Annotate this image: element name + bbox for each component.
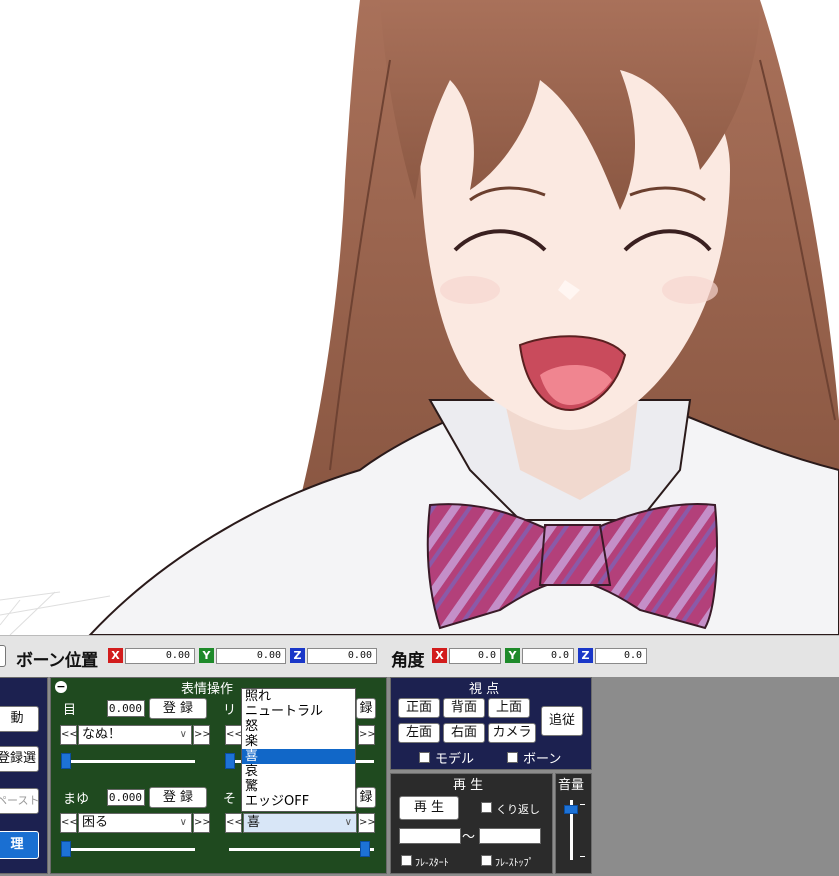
dropdown-option[interactable]: エッジOFF xyxy=(242,794,355,809)
repeat-checkbox[interactable] xyxy=(481,802,492,813)
eye-prev-button[interactable]: << xyxy=(60,725,78,745)
brow-value[interactable]: 0.000 xyxy=(107,789,145,806)
expression-title: 表情操作 xyxy=(181,682,234,697)
brow-register-button[interactable]: 登 録 xyxy=(149,787,207,808)
ang-y-axis-label: Y xyxy=(505,648,520,663)
eye-next-button[interactable]: >> xyxy=(193,725,211,745)
chevron-down-icon: ∨ xyxy=(179,817,187,828)
lip-register-button[interactable]: 録 xyxy=(356,698,376,719)
viewpoint-panel: 視 点 正面 背面 上面 左面 右面 カメラ 追従 モデル ボーン xyxy=(390,677,592,770)
left-panel-paste-button[interactable]: ペースト xyxy=(0,788,39,814)
other-slider-track[interactable] xyxy=(229,848,374,851)
play-button[interactable]: 再 生 xyxy=(399,796,459,820)
control-panel: 動 登録選 ペースト 理 − 表情操作 目 0.000 登 録 リ 録 << な… xyxy=(0,677,839,876)
range-tilde: 〜 xyxy=(462,830,476,845)
brow-select-value: 困る xyxy=(82,815,109,830)
bone-checkbox[interactable] xyxy=(507,752,518,763)
brow-select[interactable]: 困る ∨ xyxy=(78,813,192,833)
collapse-button[interactable]: − xyxy=(55,681,67,693)
pos-y-axis-label: Y xyxy=(199,648,214,663)
other-next-button[interactable]: >> xyxy=(358,813,376,833)
pos-x-axis-label: X xyxy=(108,648,123,663)
playback-panel: 再 生 再 生 くり返し 〜 ﾌﾚ-ｽﾀｰﾄ ﾌﾚ-ｽﾄｯﾌﾟ xyxy=(390,773,553,874)
viewpoint-title: 視 点 xyxy=(469,682,500,697)
eye-slider-knob[interactable] xyxy=(61,753,71,769)
character-render xyxy=(0,0,839,635)
volume-tick-bottom xyxy=(580,856,585,857)
frame-stop-label: ﾌﾚ-ｽﾄｯﾌﾟ xyxy=(495,858,534,869)
brow-label: まゆ xyxy=(63,792,90,807)
bone-position-label: ボーン位置 xyxy=(16,651,98,671)
angle-label: 角度 xyxy=(391,651,425,671)
eye-select[interactable]: なぬ！ ∨ xyxy=(78,725,192,745)
left-panel-button-1[interactable]: 動 xyxy=(0,706,39,732)
back-view-button[interactable]: 背面 xyxy=(443,698,485,718)
front-view-button[interactable]: 正面 xyxy=(398,698,440,718)
frame-start-input[interactable] xyxy=(399,828,461,844)
left-panel-button-2[interactable]: 登録選 xyxy=(0,746,39,772)
frame-start-label: ﾌﾚ-ｽﾀｰﾄ xyxy=(415,858,449,869)
chevron-down-icon: ∨ xyxy=(179,729,187,740)
brow-prev-button[interactable]: << xyxy=(60,813,78,833)
left-panel-button-4[interactable]: 理 xyxy=(0,831,39,859)
eye-select-value: なぬ！ xyxy=(82,727,122,742)
frame-end-input[interactable] xyxy=(479,828,541,844)
pos-z-axis-label: Z xyxy=(290,648,305,663)
model-checkbox-label: モデル xyxy=(435,752,475,767)
lip-slider-knob[interactable] xyxy=(225,753,235,769)
3d-viewport[interactable] xyxy=(0,0,839,635)
chevron-down-icon: ∨ xyxy=(344,817,352,828)
follow-button[interactable]: 追従 xyxy=(541,706,583,736)
dropdown-option[interactable]: ニュートラル xyxy=(242,704,355,719)
dropdown-option[interactable]: 哀 xyxy=(242,764,355,779)
bone-checkbox-label: ボーン xyxy=(523,752,562,767)
pos-y-field[interactable]: 0.00 xyxy=(216,648,286,664)
top-view-button[interactable]: 上面 xyxy=(488,698,530,718)
lip-label: リ xyxy=(223,703,237,718)
ang-z-axis-label: Z xyxy=(578,648,593,663)
other-register-button[interactable]: 録 xyxy=(356,787,376,808)
dropdown-option[interactable]: 怒 xyxy=(242,719,355,734)
eye-register-button[interactable]: 登 録 xyxy=(149,698,207,719)
frame-stop-checkbox[interactable] xyxy=(481,855,492,866)
pos-z-field[interactable]: 0.00 xyxy=(307,648,377,664)
volume-panel: 音量 xyxy=(555,773,592,874)
other-select[interactable]: 喜 ∨ xyxy=(243,813,357,833)
ang-x-field[interactable]: 0.0 xyxy=(449,648,501,664)
brow-slider-track[interactable] xyxy=(65,848,195,851)
frame-start-checkbox[interactable] xyxy=(401,855,412,866)
other-label: そ xyxy=(223,792,237,807)
left-panel: 動 登録選 ペースト 理 xyxy=(0,677,48,874)
dropdown-option[interactable]: 驚 xyxy=(242,779,355,794)
lip-next-button[interactable]: >> xyxy=(358,725,376,745)
eye-label: 目 xyxy=(63,703,77,718)
volume-title: 音量 xyxy=(558,778,585,793)
bone-bar-left-button[interactable] xyxy=(0,645,6,667)
bone-position-bar: ボーン位置 X 0.00 Y 0.00 Z 0.00 角度 X 0.0 Y 0.… xyxy=(0,635,839,677)
expression-dropdown-list[interactable]: 照れ ニュートラル怒楽喜哀驚エッジOFF xyxy=(241,688,356,812)
camera-view-button[interactable]: カメラ xyxy=(488,723,536,743)
dropdown-option[interactable]: 楽 xyxy=(242,734,355,749)
lip-prev-button[interactable]: << xyxy=(225,725,243,745)
pos-x-field[interactable]: 0.00 xyxy=(125,648,195,664)
ang-x-axis-label: X xyxy=(432,648,447,663)
brow-slider-knob[interactable] xyxy=(61,841,71,857)
left-view-button[interactable]: 左面 xyxy=(398,723,440,743)
volume-slider-knob[interactable] xyxy=(564,805,578,815)
other-select-value: 喜 xyxy=(247,815,261,830)
playback-title: 再 生 xyxy=(453,778,484,793)
dropdown-option[interactable]: 喜 xyxy=(242,749,355,764)
eye-value[interactable]: 0.000 xyxy=(107,700,145,717)
model-checkbox[interactable] xyxy=(419,752,430,763)
ang-z-field[interactable]: 0.0 xyxy=(595,648,647,664)
volume-tick-top xyxy=(580,804,585,805)
eye-slider-track[interactable] xyxy=(65,760,195,763)
brow-next-button[interactable]: >> xyxy=(193,813,211,833)
other-prev-button[interactable]: << xyxy=(225,813,243,833)
dropdown-option[interactable]: 照れ xyxy=(242,689,355,704)
other-slider-knob[interactable] xyxy=(360,841,370,857)
right-view-button[interactable]: 右面 xyxy=(443,723,485,743)
repeat-label: くり返し xyxy=(496,803,540,816)
ang-y-field[interactable]: 0.0 xyxy=(522,648,574,664)
